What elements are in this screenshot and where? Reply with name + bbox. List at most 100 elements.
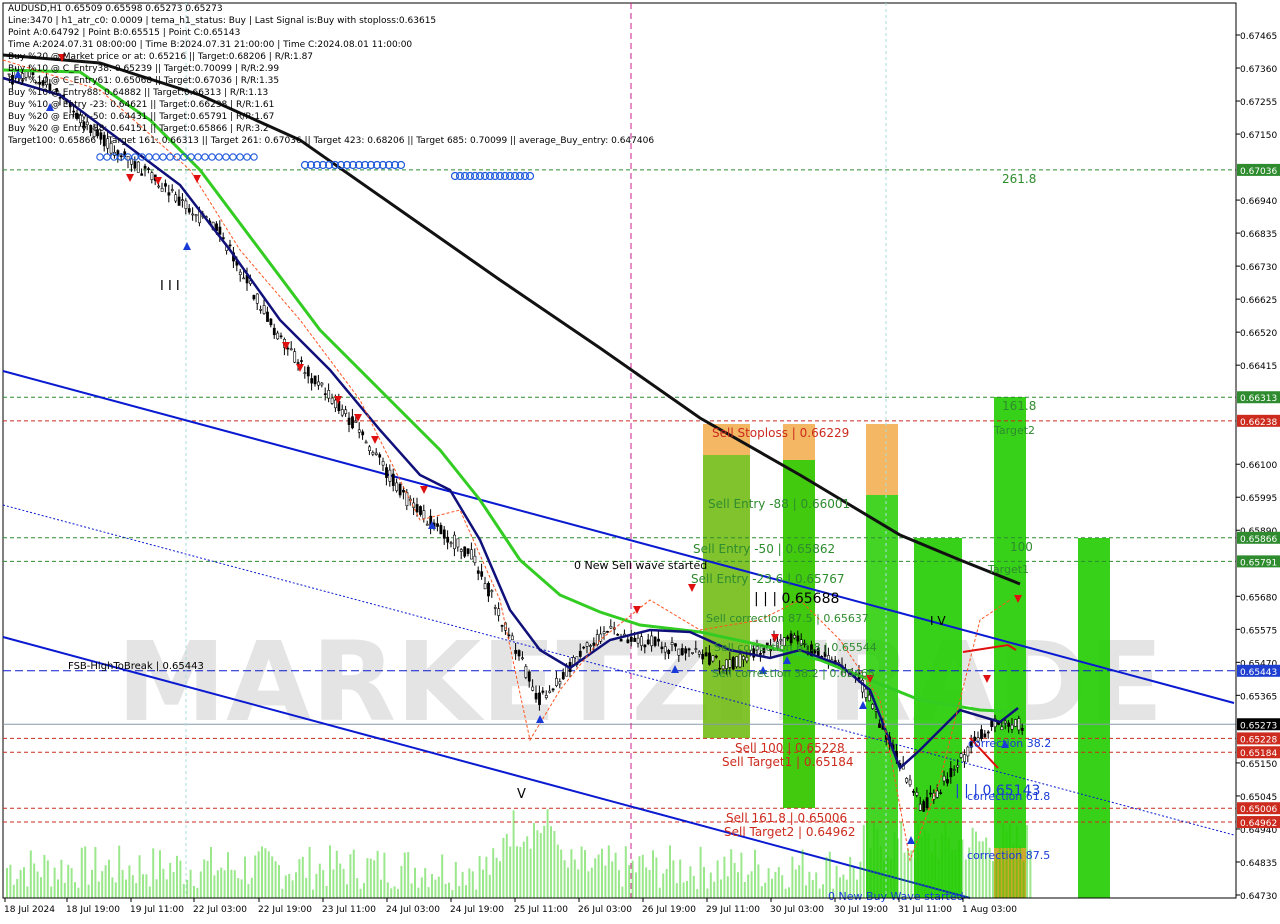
volume-bar <box>662 873 665 898</box>
candle-body <box>986 731 990 734</box>
volume-bar <box>274 861 277 898</box>
candle-body <box>925 797 929 808</box>
candle-body <box>167 192 171 196</box>
candle-body <box>864 688 868 698</box>
volume-bar <box>57 879 59 898</box>
annotation-sell-1618: Sell 161.8 | 0.65006 <box>726 811 847 825</box>
price-tick-label: 0.65045 <box>1240 793 1277 803</box>
candle-body <box>524 666 528 678</box>
candle-body <box>793 635 796 639</box>
volume-bar <box>247 884 250 898</box>
candle-body <box>1000 726 1004 731</box>
time-tick-label: 22 Jul 19:00 <box>258 905 312 915</box>
volume-bar <box>645 867 648 898</box>
price-highlight-label: 0.65184 <box>1240 749 1277 759</box>
volume-bar <box>720 879 722 898</box>
price-tick-label: 0.64835 <box>1240 859 1277 869</box>
candle-body <box>218 226 222 235</box>
volume-bar <box>60 859 63 898</box>
price-tick-label: 0.65150 <box>1240 760 1277 770</box>
candle-body <box>476 570 480 574</box>
candle-body <box>619 638 623 642</box>
volume-bar <box>36 871 39 898</box>
volume-bar <box>145 874 148 898</box>
candle-body <box>160 188 164 192</box>
candle-body <box>255 293 259 304</box>
volume-bar <box>941 833 943 898</box>
candle-body <box>330 397 334 404</box>
volume-bar <box>811 879 814 898</box>
annotation-wave-iii: I I I <box>160 279 180 294</box>
candle-body <box>544 695 548 699</box>
candle-body <box>181 199 184 202</box>
volume-bar <box>754 849 756 898</box>
candle-body <box>963 754 966 762</box>
volume-bar <box>808 871 811 898</box>
price-highlight-label: 0.65273 <box>1240 721 1277 731</box>
volume-bar <box>12 884 15 898</box>
candle-body <box>354 420 358 423</box>
candle-body <box>589 645 592 647</box>
candle-body <box>929 792 932 795</box>
volume-bar <box>339 863 342 898</box>
volume-bar <box>519 846 522 898</box>
volume-bar <box>118 845 121 898</box>
candle-body <box>912 791 915 793</box>
zone-box <box>866 424 898 495</box>
candle-body <box>374 452 378 455</box>
candle-body <box>405 492 409 507</box>
candle-body <box>388 469 392 482</box>
volume-bar <box>121 869 124 898</box>
volume-bar <box>679 859 682 898</box>
volume-bar <box>635 872 637 898</box>
annotation-sell-entry-88: Sell Entry -88 | 0.66001 <box>708 497 850 511</box>
candle-body <box>908 779 912 786</box>
candle-body <box>640 636 643 646</box>
volume-bar <box>556 844 559 898</box>
volume-bar <box>227 852 229 898</box>
candle-body <box>466 548 470 554</box>
time-tick-label: 18 Jul 2024 <box>4 905 55 915</box>
candle-body <box>442 529 446 539</box>
price-highlight-label: 0.64962 <box>1240 819 1277 829</box>
candle-body <box>266 311 269 322</box>
volume-bar <box>689 866 692 898</box>
candle-body <box>602 631 606 634</box>
candle-body <box>351 416 354 429</box>
candle-body <box>194 214 198 217</box>
volume-bar <box>485 856 488 898</box>
price-tick-label: 0.65680 <box>1240 593 1277 603</box>
volume-bar <box>580 846 583 898</box>
candle-body <box>497 608 501 616</box>
volume-bar <box>315 873 318 898</box>
candle-body <box>130 158 133 165</box>
volume-bar <box>567 867 569 898</box>
price-tick-label: 0.67255 <box>1240 98 1277 108</box>
volume-bar <box>696 889 699 898</box>
volume-bar <box>6 867 8 898</box>
price-highlight-label: 0.66238 <box>1240 418 1277 428</box>
candle-body <box>119 155 123 158</box>
candle-body <box>272 327 276 336</box>
volume-bar <box>655 857 658 898</box>
time-tick-label: 1 Aug 03:00 <box>962 905 1017 915</box>
annotation-sell-entry-23: Sell Entry -23.6 | 0.65767 <box>691 572 845 586</box>
price-tick-label: 0.67465 <box>1240 32 1277 42</box>
volume-bar <box>393 886 396 898</box>
price-tick-label: 0.66415 <box>1240 362 1277 372</box>
volume-bar <box>179 860 182 898</box>
volume-bar <box>125 879 127 898</box>
volume-bar <box>709 872 712 898</box>
candle-body <box>745 656 749 662</box>
volume-bar <box>774 871 777 898</box>
candle-body <box>147 168 150 170</box>
candle-body <box>340 409 344 416</box>
volume-bar <box>536 830 539 898</box>
candle-body <box>990 720 994 727</box>
candle-body <box>323 393 327 395</box>
volume-bar <box>964 859 967 898</box>
volume-bar <box>312 889 314 898</box>
volume-bar <box>495 857 498 898</box>
volume-bar <box>546 809 549 898</box>
candle-body <box>657 638 660 642</box>
